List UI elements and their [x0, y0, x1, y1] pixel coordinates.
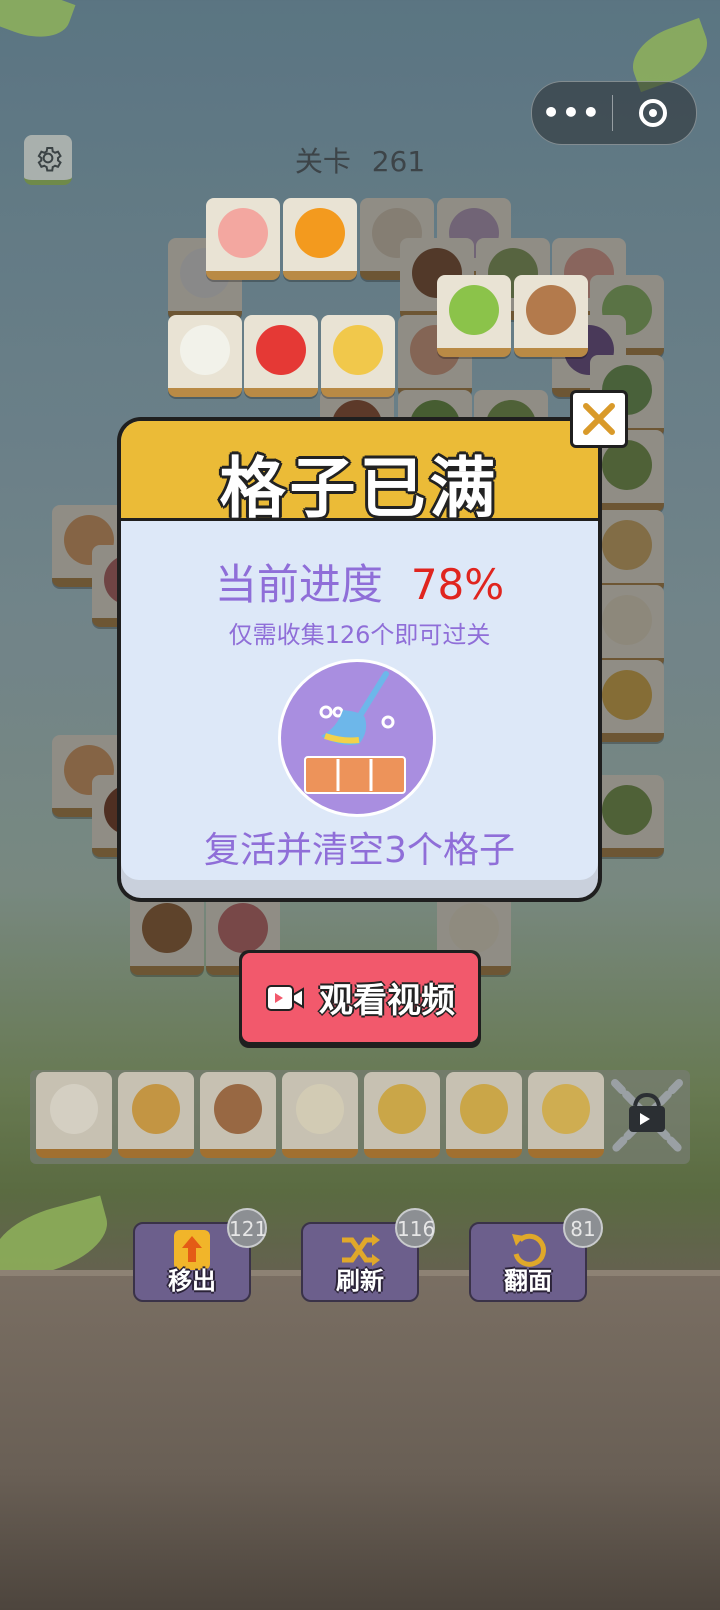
slot-tile-melon[interactable] [528, 1072, 604, 1158]
move-out-count: 121 [227, 1208, 267, 1248]
remaining-hint: 仅需收集126个即可过关 [228, 621, 491, 649]
board-tile-pear[interactable] [321, 315, 395, 397]
shuffle-label: 刷新 [336, 1267, 384, 1295]
board-tile-walnut[interactable] [514, 275, 588, 357]
slot-tile-pear[interactable] [446, 1072, 522, 1158]
watch-video-label: 观看视频 [319, 981, 455, 1021]
mini-program-capsule: ••• [531, 81, 697, 145]
dialog-title: 格子已满 [219, 450, 500, 527]
flip-label: 翻面 [504, 1267, 552, 1295]
shuffle-count: 116 [395, 1208, 435, 1248]
progress-line: 当前进度 78% [121, 551, 598, 612]
move-out-label: 移出 [168, 1267, 216, 1295]
slot-tile-ginger[interactable] [118, 1072, 194, 1158]
video-camera-icon [266, 984, 304, 1011]
grid-full-dialog: 格子已满 当前进度 78% 仅需收集126个即可过关 复活并清空3个格子 [117, 417, 602, 902]
board-tile-radish[interactable] [168, 315, 242, 397]
slot-tile-enoki[interactable] [282, 1072, 358, 1158]
level-number: 261 [371, 145, 426, 178]
chain-video-lock-icon[interactable] [607, 1073, 687, 1159]
board-tile-peach[interactable] [206, 198, 280, 280]
board-tile-strawberry[interactable] [244, 315, 318, 397]
revive-description: 复活并清空3个格子 [204, 830, 515, 871]
progress-value: 78% [410, 560, 505, 609]
flip-count: 81 [563, 1208, 603, 1248]
watch-video-button[interactable]: 观看视频 [239, 950, 481, 1048]
slot-tile-lotus[interactable] [36, 1072, 112, 1158]
dialog-body: 当前进度 78% 仅需收集126个即可过关 复活并清空3个格子 [121, 521, 598, 880]
board-tile-cucumber[interactable] [437, 275, 511, 357]
board-tile-orange[interactable] [283, 198, 357, 280]
progress-label: 当前进度 [214, 560, 383, 609]
board-tile [130, 893, 204, 975]
broom-icon [278, 659, 436, 817]
level-label: 关卡 [294, 145, 351, 178]
slot-tile-lotus-root[interactable] [200, 1072, 276, 1158]
close-button[interactable] [570, 390, 628, 448]
dialog-header: 格子已满 [121, 421, 598, 527]
flip-button[interactable]: 翻面 81 [469, 1208, 603, 1302]
target-circle-icon[interactable] [613, 99, 693, 127]
shuffle-button[interactable]: 刷新 116 [301, 1208, 435, 1302]
close-icon [583, 403, 615, 435]
more-dots-icon[interactable]: ••• [532, 99, 612, 127]
level-indicator: 关卡 261 [0, 140, 720, 180]
wooden-table [0, 1270, 720, 1610]
slot-tile-pear[interactable] [364, 1072, 440, 1158]
move-out-button[interactable]: 移出 121 [133, 1208, 267, 1302]
